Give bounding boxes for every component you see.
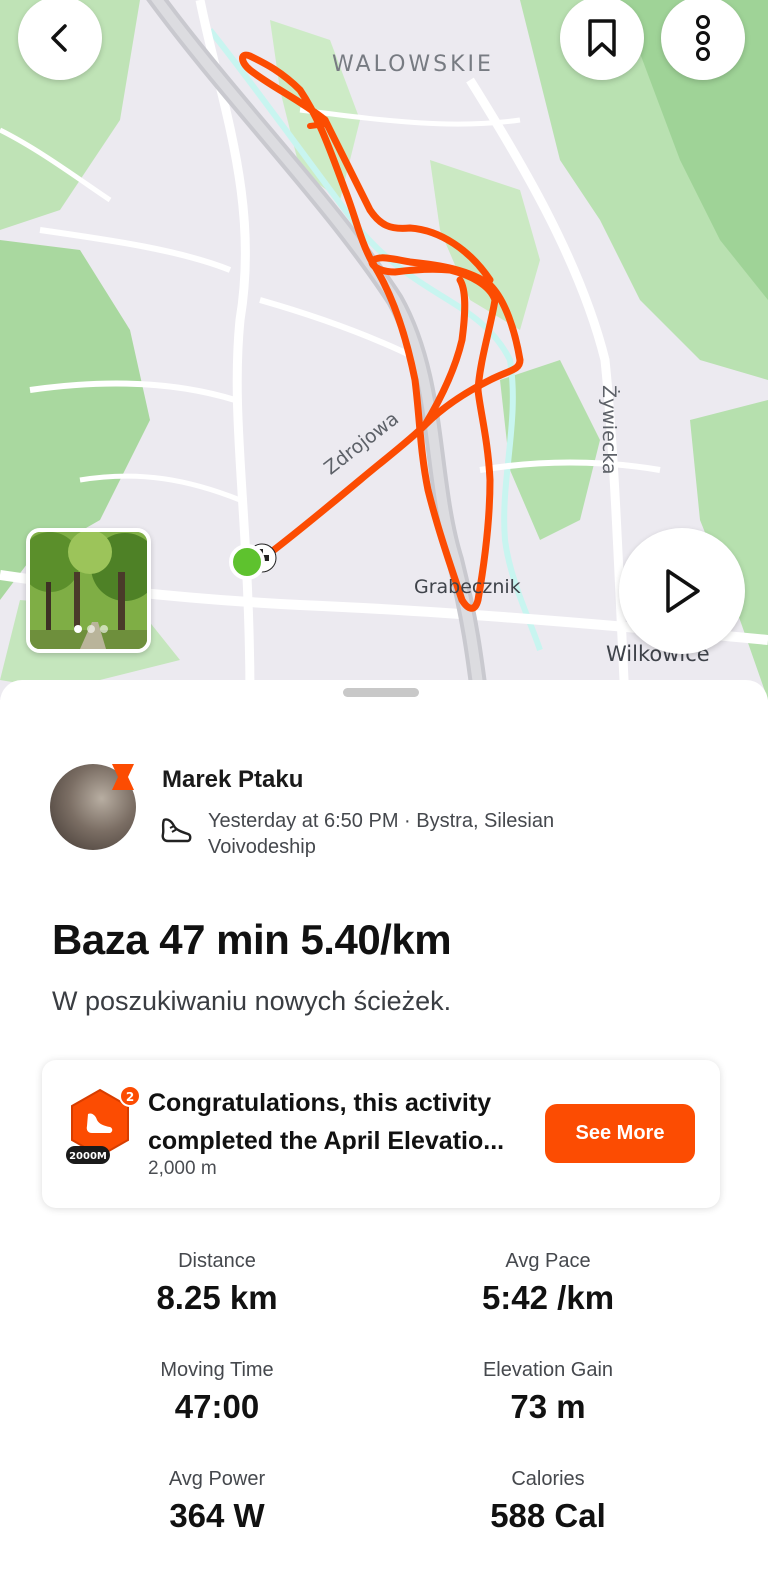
stat-value: 5:42 /km [481, 1279, 615, 1316]
stat-label: Moving Time [160, 1359, 274, 1381]
more-vertical-icon [696, 15, 710, 61]
run-shoe-icon [161, 818, 192, 843]
activity-photo-thumbnail[interactable] [26, 528, 151, 653]
play-icon [666, 569, 700, 613]
stat-elevation-gain: Elevation Gain 73 m [383, 1359, 713, 1426]
stat-value: 8.25 km [156, 1279, 278, 1316]
challenge-card[interactable]: 2 2000M Congratulations, this activity c… [42, 1060, 720, 1208]
stat-label: Avg Power [168, 1468, 266, 1490]
challenge-badge-label: 2000M [69, 1151, 107, 1162]
stat-calories: Calories 588 Cal [383, 1468, 713, 1535]
map-label-walowskie: WALOWSKIE [332, 52, 494, 77]
photo-dot [100, 625, 108, 633]
more-options-button[interactable] [661, 0, 745, 80]
challenge-title: Congratulations, this activity completed… [148, 1089, 505, 1155]
bookmark-icon [588, 19, 616, 57]
athlete-name[interactable]: Marek Ptaku [162, 766, 303, 794]
chevron-left-icon [51, 24, 67, 52]
activity-description: W poszukiwaniu nowych ścieżek. [52, 986, 452, 1016]
photo-pagination [74, 625, 108, 633]
start-marker [229, 544, 265, 580]
stat-label: Elevation Gain [482, 1359, 614, 1381]
map-label-grabecznik: Grabecznik [414, 576, 521, 598]
svg-text:2: 2 [126, 1090, 134, 1104]
subscriber-badge-icon [112, 764, 134, 790]
sheet-drag-handle[interactable] [343, 688, 419, 697]
play-flyover-button[interactable] [619, 528, 745, 654]
forest-area [430, 160, 540, 330]
bookmark-button[interactable] [560, 0, 644, 80]
stat-value: 588 Cal [490, 1497, 606, 1534]
stat-moving-time: Moving Time 47:00 [52, 1359, 382, 1426]
stat-value: 364 W [169, 1497, 265, 1534]
stat-label: Distance [178, 1250, 256, 1272]
stat-label: Calories [511, 1468, 585, 1490]
route-map[interactable]: WALOWSKIE Zdrojowa Żywiecka Grabecznik W… [0, 0, 768, 700]
photo-dot [74, 625, 82, 633]
stat-distance: Distance 8.25 km [52, 1250, 382, 1317]
back-button[interactable] [18, 0, 102, 80]
stat-value: 73 m [510, 1388, 586, 1425]
activity-route [239, 51, 524, 612]
activity-details-sheet: Marek Ptaku Yesterday at 6:50 PM · Bystr… [0, 680, 768, 1581]
challenge-badge-icon: 2 2000M [66, 1085, 141, 1164]
athlete-header: Marek Ptaku Yesterday at 6:50 PM · Bystr… [50, 764, 730, 864]
activity-title: Baza 47 min 5.40/km [52, 916, 452, 963]
stat-value: 47:00 [174, 1388, 260, 1425]
photo-dot [87, 625, 95, 633]
activity-timestamp-location: Yesterday at 6:50 PM · Bystra, Silesian … [208, 810, 555, 858]
challenge-subtitle: 2,000 m [148, 1158, 217, 1179]
stat-avg-pace: Avg Pace 5:42 /km [383, 1250, 713, 1317]
stat-avg-power: Avg Power 364 W [52, 1468, 382, 1535]
see-more-button[interactable]: See More [545, 1104, 695, 1163]
map-label-zywiecka: Żywiecka [598, 385, 620, 475]
stat-label: Avg Pace [505, 1250, 591, 1272]
